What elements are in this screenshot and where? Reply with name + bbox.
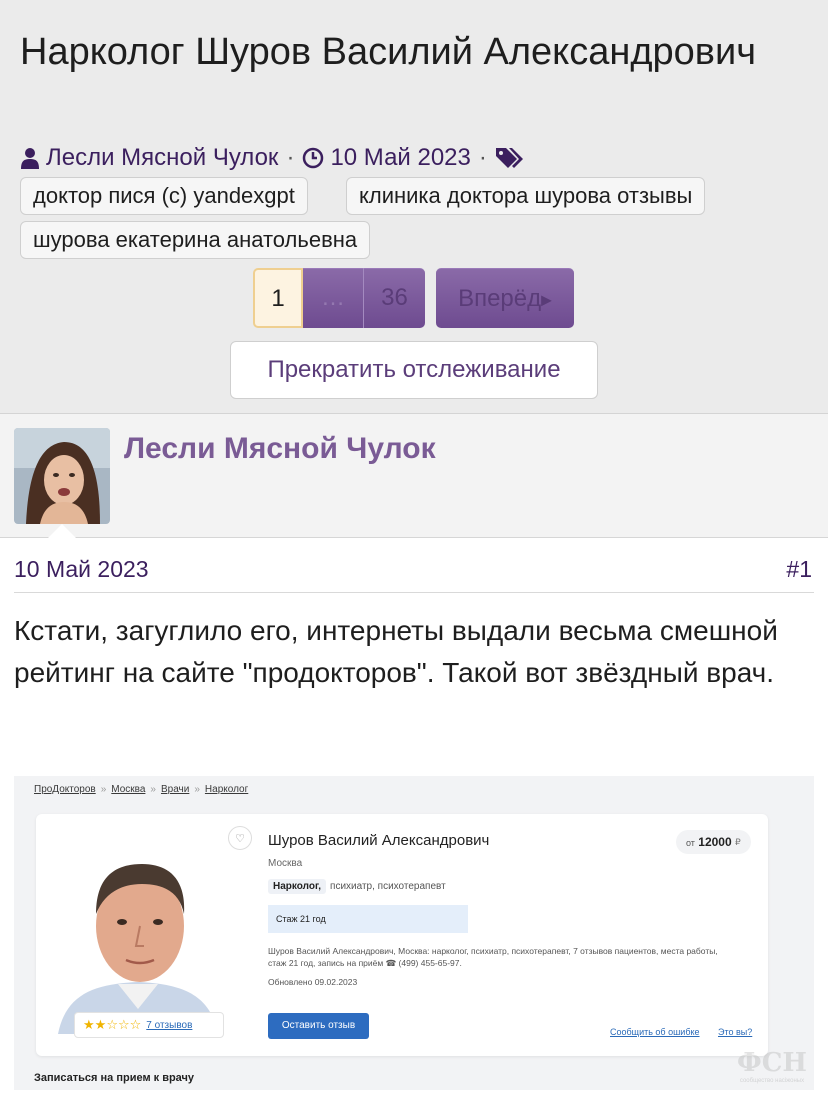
post-date-link[interactable]: 10 Май 2023: [14, 556, 149, 583]
doctor-specialties: Нарколог, психиатр, психотерапевт: [268, 879, 446, 894]
cut-off-text: ▔ ▔ ▔ ▔ ▔ ▔ ▔ ▔ ▔ ▔ ▔ ▔ ▔ ▔: [20, 0, 421, 16]
breadcrumb-separator: »: [100, 784, 107, 795]
tag-link[interactable]: доктор пися (с) yandexgpt: [20, 177, 308, 215]
post-author-name[interactable]: Лесли Мясной Чулок: [124, 432, 436, 466]
caret-right-icon: ▶: [541, 291, 552, 308]
unwatch-button[interactable]: Прекратить отслеживание: [230, 341, 598, 399]
price-prefix: от: [686, 838, 695, 848]
divider: [14, 592, 814, 593]
avatar[interactable]: [14, 428, 110, 524]
breadcrumb-separator: »: [194, 784, 200, 795]
next-page-button[interactable]: Вперёд▶: [436, 268, 574, 328]
favorite-button[interactable]: ♡: [228, 826, 252, 850]
price-value: 12000: [698, 835, 732, 849]
breadcrumb: ПроДокторов » Москва » Врачи » Нарколог: [34, 784, 248, 795]
breadcrumb-item: Нарколог: [204, 784, 249, 795]
attached-image[interactable]: ПроДокторов » Москва » Врачи » Нарколог ♡ Шуро…: [14, 776, 814, 1090]
doctor-card: ♡ Шуров Василий Александрович Москва Нар…: [36, 814, 768, 1056]
watermark-caption: сообщество насіжоных: [739, 1078, 805, 1084]
report-error-link[interactable]: Сообщить об ошибке: [610, 1027, 700, 1037]
tag-link[interactable]: клиника доктора шурова отзывы: [346, 177, 706, 215]
star-empty-icon: ☆: [129, 1017, 142, 1032]
star-empty-icon: ☆: [106, 1017, 118, 1032]
is-this-you-link[interactable]: Это вы?: [718, 1027, 752, 1037]
doctor-city: Москва: [268, 858, 303, 869]
watermark: ФСН сообщество насіжоных: [730, 1038, 814, 1090]
doctor-name: Шуров Василий Александрович: [268, 832, 490, 849]
thread-title: Нарколог Шуров Василий Александрович: [20, 31, 756, 73]
heart-icon: ♡: [235, 832, 245, 845]
rating-box: ★★☆☆☆ 7 отзывов: [74, 1012, 224, 1038]
pagination: 1 … 36: [253, 268, 425, 328]
doctor-photo: [48, 834, 228, 1034]
breadcrumb-item: Врачи: [160, 784, 190, 795]
next-page-label: Вперёд: [458, 285, 542, 312]
breadcrumb-item: Москва: [111, 784, 146, 795]
tag-link[interactable]: шурова екатерина анатольевна: [20, 221, 371, 259]
page-last-link[interactable]: 36: [363, 268, 425, 328]
user-icon: [20, 147, 40, 169]
star-filled-icon: ★: [94, 1017, 107, 1032]
experience-badge: Стаж 21 год: [268, 905, 468, 933]
page-ellipsis[interactable]: …: [303, 268, 363, 328]
page-current: 1: [253, 268, 303, 328]
reviews-link[interactable]: 7 отзывов: [146, 1020, 192, 1031]
updated-date: Обновлено 09.02.2023: [268, 977, 358, 987]
tags-icon: [495, 146, 525, 170]
appointment-heading: Записаться на прием к врачу: [34, 1072, 195, 1084]
thread-header: ▔ ▔ ▔ ▔ ▔ ▔ ▔ ▔ ▔ ▔ ▔ ▔ ▔ ▔ Нарколог Шур…: [0, 0, 828, 414]
avatar-pointer: [48, 524, 76, 538]
doctor-description: Шуров Василий Александрович, Москва: нар…: [268, 946, 718, 968]
other-specialties: психиатр, психотерапевт: [330, 881, 446, 892]
breadcrumb-item: ПроДокторов: [34, 784, 96, 795]
meta-separator: ·: [478, 144, 487, 171]
star-empty-icon: ☆: [117, 1017, 130, 1032]
main-specialty: Нарколог,: [268, 879, 327, 894]
thread-date-link[interactable]: 10 Май 2023: [330, 144, 470, 172]
post-author-bar: Лесли Мясной Чулок: [0, 414, 828, 538]
thread-meta: Лесли Мясной Чулок · 10 Май 2023 ·: [20, 144, 525, 172]
star-rating: ★★☆☆☆: [83, 1017, 141, 1033]
clock-icon: [302, 147, 324, 169]
star-filled-icon: ★: [83, 1017, 95, 1032]
watermark-logo: ФСН: [737, 1048, 807, 1078]
meta-separator: ·: [286, 144, 295, 171]
breadcrumb-separator: »: [150, 784, 156, 795]
currency-sign: ₽: [735, 837, 741, 847]
thread-author-link[interactable]: Лесли Мясной Чулок: [46, 144, 278, 172]
post-permalink[interactable]: #1: [786, 556, 812, 583]
post-text: Кстати, загуглило его, интернеты выдали …: [14, 615, 778, 688]
price-badge: от 12000 ₽: [676, 830, 751, 854]
leave-review-button[interactable]: Оставить отзыв: [268, 1013, 369, 1039]
